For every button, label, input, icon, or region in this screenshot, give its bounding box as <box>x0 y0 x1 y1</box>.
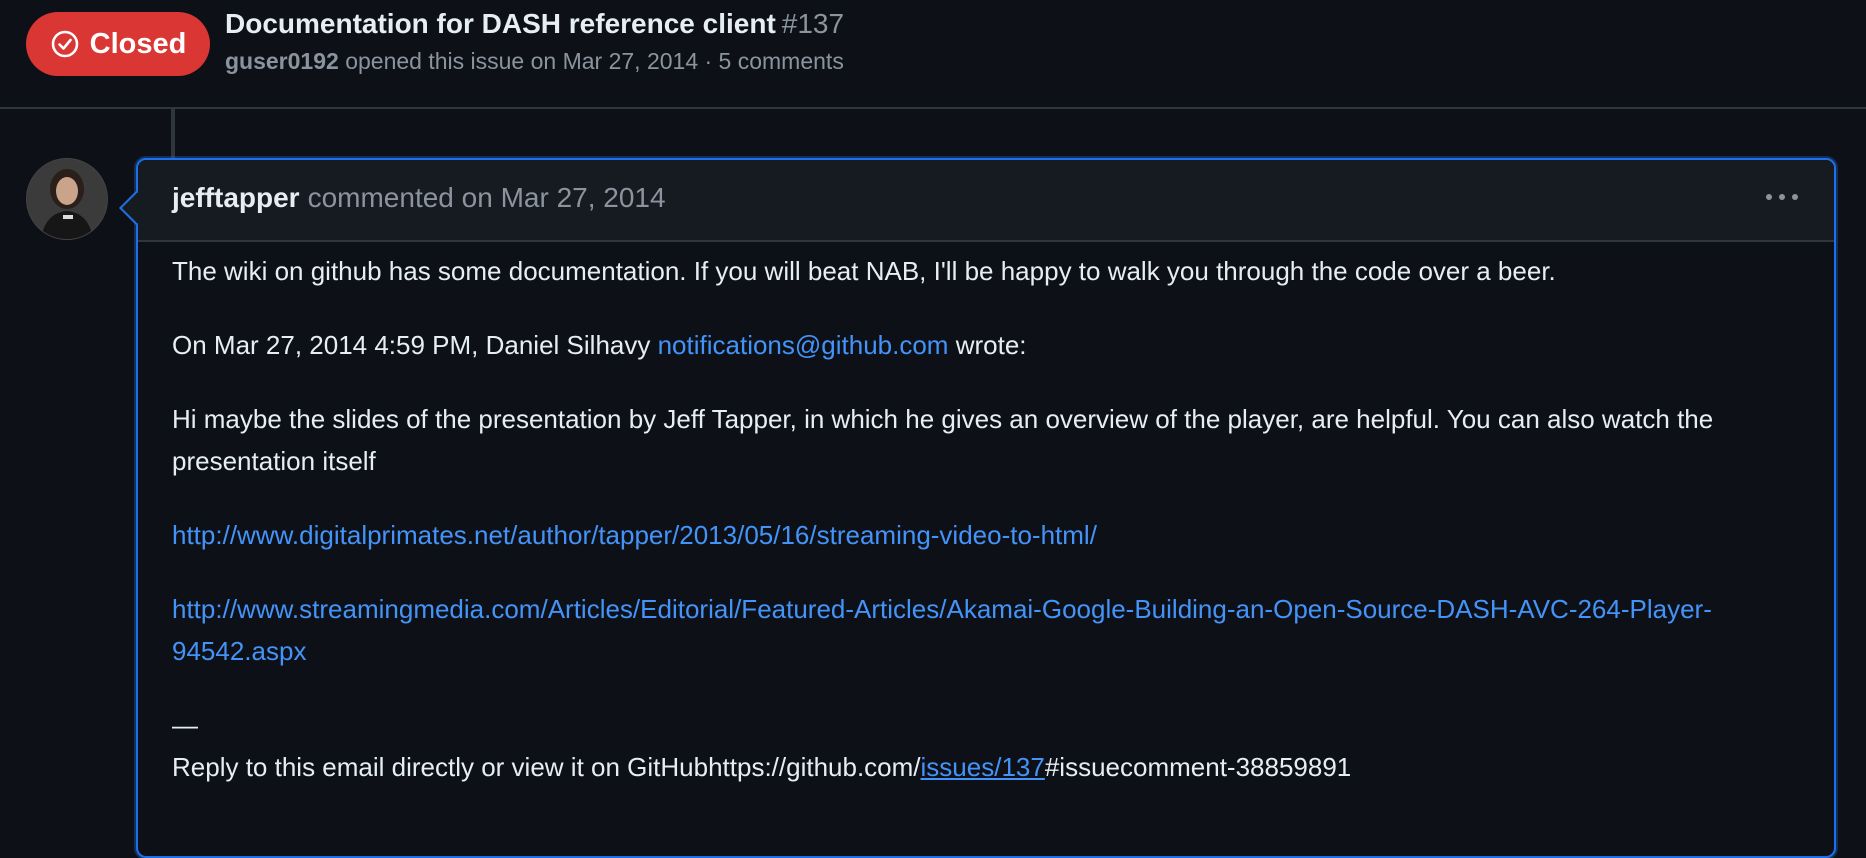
comment-body: The wiki on github has some documentatio… <box>172 250 1802 820</box>
avatar[interactable] <box>26 158 108 240</box>
issue-state-label: Closed <box>89 27 187 60</box>
comment-author-link[interactable]: jefftapper <box>172 182 300 213</box>
issue-title: Documentation for DASH reference client #… <box>225 8 844 40</box>
comment-header: jefftapper commented on Mar 27, 2014 <box>138 160 1834 242</box>
reply-prefix: Reply to this email directly or view it … <box>172 752 921 782</box>
signature-dash: — <box>172 710 198 740</box>
kebab-horizontal-icon[interactable] <box>1766 194 1798 200</box>
comment-link-paragraph: http://www.digitalprimates.net/author/ta… <box>172 514 1802 556</box>
issue-header: Closed Documentation for DASH reference … <box>0 0 1866 109</box>
digitalprimates-link[interactable]: http://www.digitalprimates.net/author/ta… <box>172 520 1097 550</box>
quote-header-suffix: wrote: <box>955 330 1027 360</box>
issue-meta: guser0192 opened this issue on Mar 27, 2… <box>225 48 844 75</box>
comment-header-text: jefftapper commented on Mar 27, 2014 <box>172 182 666 214</box>
comment-card: jefftapper commented on Mar 27, 2014 The … <box>119 158 1836 858</box>
issue-author-link[interactable]: guser0192 <box>225 48 339 74</box>
reply-line: Reply to this email directly or view it … <box>172 746 1802 788</box>
comment-paragraph: Hi maybe the slides of the presentation … <box>172 404 1714 476</box>
issue-meta-text: opened this issue on Mar 27, 2014 · 5 co… <box>345 48 844 74</box>
quote-header-prefix: On Mar 27, 2014 4:59 PM, Daniel Silhavy <box>172 330 651 360</box>
issue-number: #137 <box>781 8 845 39</box>
comment-timestamp[interactable]: commented on Mar 27, 2014 <box>308 182 666 213</box>
comment-link-paragraph: http://www.streamingmedia.com/Articles/E… <box>172 588 1802 672</box>
comment-paragraph-quote-header: On Mar 27, 2014 4:59 PM, Daniel Silhavy … <box>172 324 1802 366</box>
streamingmedia-link[interactable]: http://www.streamingmedia.com/Articles/E… <box>172 594 1712 666</box>
comment-paragraph: The wiki on github has some documentatio… <box>172 256 1556 286</box>
avatar-image <box>27 159 107 239</box>
issue-title-text: Documentation for DASH reference client <box>225 8 776 39</box>
issue-state-badge: Closed <box>26 12 210 76</box>
issue-closed-icon <box>51 30 78 58</box>
reply-suffix: #issuecomment-38859891 <box>1044 752 1352 782</box>
timeline-line <box>171 108 175 160</box>
issue-link[interactable]: issues/137 <box>921 752 1045 782</box>
email-link[interactable]: notifications@github.com <box>658 330 949 360</box>
